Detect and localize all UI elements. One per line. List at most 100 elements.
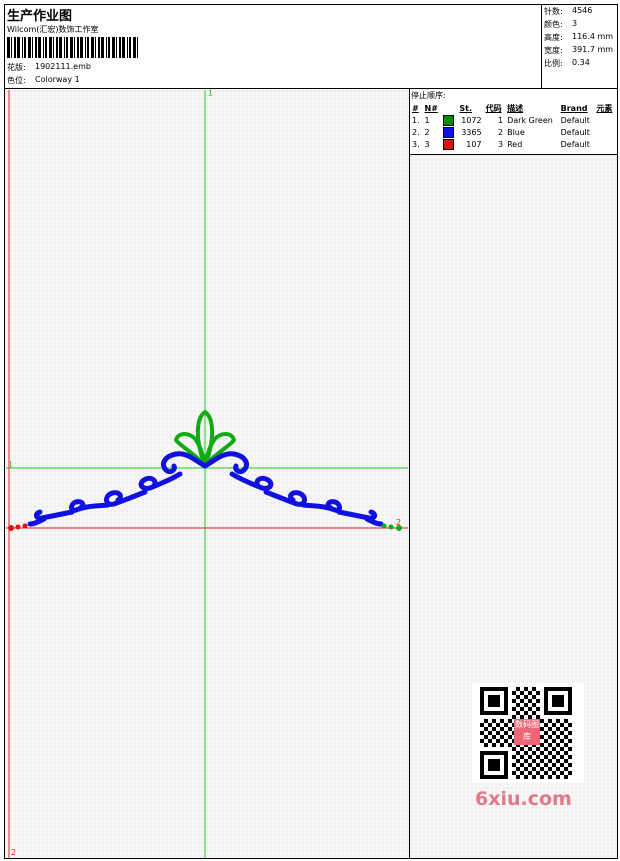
qr-module (564, 727, 568, 731)
qr-module (508, 719, 512, 723)
qr-module (556, 767, 560, 771)
qr-module (516, 759, 520, 763)
qr-module (540, 759, 544, 763)
qr-module (568, 723, 572, 727)
qr-module (500, 727, 504, 731)
qr-module (524, 703, 528, 707)
qr-module (564, 743, 568, 747)
qr-module (496, 731, 500, 735)
qr-module (516, 767, 520, 771)
qr-module (488, 739, 492, 743)
qr-module (560, 731, 564, 735)
qr-module (540, 743, 544, 747)
qr-module (536, 755, 540, 759)
qr-module (544, 755, 548, 759)
qr-module (564, 767, 568, 771)
qr-module (484, 735, 488, 739)
qr-module (556, 759, 560, 763)
qr-module (500, 719, 504, 723)
qr-module (516, 695, 520, 699)
qr-module (512, 699, 516, 703)
qr-module (520, 755, 524, 759)
qr-module (556, 719, 560, 723)
qr-module (508, 743, 512, 747)
qr-module (560, 747, 564, 751)
qr-module (528, 755, 532, 759)
qr-module (516, 751, 520, 755)
qr-module (568, 739, 572, 743)
marker-right: 2 (396, 518, 402, 527)
qr-module (548, 719, 552, 723)
qr-module (556, 751, 560, 755)
qr-module (548, 743, 552, 747)
qr-module (504, 739, 508, 743)
qr-module (540, 767, 544, 771)
qr-module (508, 727, 512, 731)
qr-module (560, 755, 564, 759)
qr-module (552, 739, 556, 743)
qr-module (544, 771, 548, 775)
qr-module (480, 723, 484, 727)
qr-module (484, 743, 488, 747)
qr-module (552, 731, 556, 735)
qr-module (564, 735, 568, 739)
qr-module (560, 771, 564, 775)
qr-module (500, 743, 504, 747)
qr-module (496, 723, 500, 727)
qr-module (556, 727, 560, 731)
qr-module (552, 747, 556, 751)
qr-module (516, 775, 520, 779)
qr-module (520, 707, 524, 711)
qr-module (540, 719, 544, 723)
qr-module (552, 771, 556, 775)
qr-module (520, 747, 524, 751)
qr-module (524, 711, 528, 715)
qr-module (512, 707, 516, 711)
qr-module (568, 771, 572, 775)
qr-module (504, 723, 508, 727)
qr-module (532, 751, 536, 755)
qr-module (556, 743, 560, 747)
qr-module (564, 759, 568, 763)
qr-module (528, 747, 532, 751)
qr-module (512, 691, 516, 695)
qr-module (532, 767, 536, 771)
qr-module (532, 695, 536, 699)
qr-module (536, 763, 540, 767)
qr-module (552, 763, 556, 767)
qr-module (488, 723, 492, 727)
qr-module (528, 707, 532, 711)
marker-left-mid: 1 (8, 460, 14, 469)
qr-module (548, 767, 552, 771)
qr-module (552, 755, 556, 759)
qr-module (532, 759, 536, 763)
qr-module (516, 687, 520, 691)
qr-module (540, 727, 544, 731)
qr-module (560, 739, 564, 743)
qr-module (516, 711, 520, 715)
qr-module (552, 723, 556, 727)
qr-module (540, 735, 544, 739)
qr-finder (488, 695, 500, 707)
qr-module (540, 751, 544, 755)
qr-module (568, 763, 572, 767)
qr-module (508, 735, 512, 739)
qr-module (564, 751, 568, 755)
qr-module (532, 775, 536, 779)
qr-finder (488, 759, 500, 771)
qr-module (564, 775, 568, 779)
watermark-text: 6xiu.com (475, 788, 572, 810)
qr-module (540, 775, 544, 779)
qr-module (524, 687, 528, 691)
qr-module (544, 731, 548, 735)
qr-module (496, 739, 500, 743)
qr-module (504, 731, 508, 735)
red-end-dots (8, 523, 28, 531)
qr-module (532, 687, 536, 691)
qr-module (528, 699, 532, 703)
qr-module (568, 747, 572, 751)
qr-module (520, 771, 524, 775)
qr-module (524, 751, 528, 755)
qr-module (560, 763, 564, 767)
qr-module (520, 699, 524, 703)
